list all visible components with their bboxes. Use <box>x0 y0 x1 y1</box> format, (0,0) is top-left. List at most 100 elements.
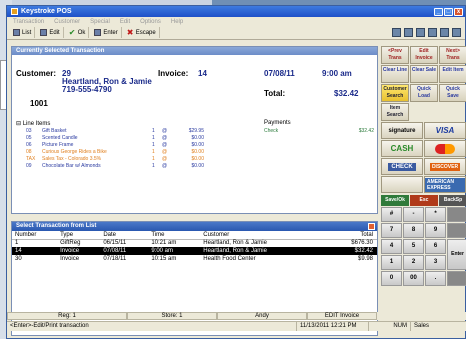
key-enter[interactable]: Enter <box>447 239 466 270</box>
payment-button-american-express[interactable]: AMERICAN EXPRESS <box>424 176 466 193</box>
col-date[interactable]: Date <box>100 231 149 240</box>
line-item-qty: 1 <box>152 156 155 162</box>
print-icon[interactable] <box>440 28 449 37</box>
key-0[interactable]: 0 <box>381 271 402 286</box>
key-dot[interactable]: . <box>425 271 446 286</box>
key-blank[interactable] <box>447 207 466 222</box>
help-icon[interactable] <box>452 28 461 37</box>
line-item-desc: Picture Frame <box>42 142 74 148</box>
key-minus[interactable]: - <box>403 207 424 222</box>
key-4[interactable]: 4 <box>381 239 402 254</box>
key-6[interactable]: 6 <box>425 239 446 254</box>
menu-transaction[interactable]: Transaction <box>13 19 44 25</box>
search-icon[interactable] <box>428 28 437 37</box>
status-datetime: 11/13/2011 12:21 PM <box>297 322 369 331</box>
table-cell: Heartland, Ron & Jamie <box>203 240 267 247</box>
transaction-time: 9:00 am <box>322 69 352 78</box>
pos-button-next-trans[interactable]: Next> Trans <box>439 46 466 64</box>
line-item-price: $0.00 <box>191 163 204 169</box>
key-7[interactable]: 7 <box>381 223 402 238</box>
menu-customer[interactable]: Customer <box>54 19 80 25</box>
card-icon[interactable] <box>416 28 425 37</box>
key-1[interactable]: 1 <box>381 255 402 270</box>
key-8[interactable]: 8 <box>403 223 424 238</box>
pos-button-edit-invoice[interactable]: Edit Invoice <box>410 46 438 64</box>
pos-button-clear-sale[interactable]: Clear Sale <box>410 65 438 83</box>
menu-edit[interactable]: Edit <box>120 19 130 25</box>
menu-options[interactable]: Options <box>140 19 161 25</box>
payment-button-visa[interactable]: VISA <box>424 122 466 139</box>
minimize-button[interactable]: _ <box>434 7 443 16</box>
total-label: Total: <box>264 89 286 98</box>
key-blank[interactable] <box>447 223 466 238</box>
key-star[interactable]: * <box>425 207 446 222</box>
key-2[interactable]: 2 <box>403 255 424 270</box>
menu-help[interactable]: Help <box>171 19 183 25</box>
payment-label: DISCOVER <box>429 162 461 171</box>
table-header: Number Type Date Time Customer Total <box>12 231 377 240</box>
status-num: NUM <box>369 322 411 331</box>
line-item[interactable]: 03 Gift Basket 1 @ $29.95 <box>26 128 246 135</box>
line-item[interactable]: 08 Curious George Rides a Bike 1 @ $0.00 <box>26 149 246 156</box>
maximize-button[interactable]: □ <box>444 7 453 16</box>
menu-special[interactable]: Special <box>90 19 110 25</box>
key-5[interactable]: 5 <box>403 239 424 254</box>
payment-button-check[interactable]: CHECK <box>381 158 423 175</box>
payment-button-cash[interactable]: CASH <box>381 140 423 157</box>
line-item[interactable]: 05 Scented Candle 1 @ $0.00 <box>26 135 246 142</box>
close-button[interactable]: x <box>454 7 463 16</box>
pos-button-quick-load[interactable]: Quick Load <box>410 84 438 102</box>
key-3[interactable]: 3 <box>425 255 446 270</box>
line-items-list: 03 Gift Basket 1 @ $29.95 05 Scented Candle 1 @ $… <box>26 128 246 170</box>
key-9[interactable]: 9 <box>425 223 446 238</box>
line-item-price: $0.00 <box>191 156 204 162</box>
ok-button[interactable]: ✔ Ok <box>66 27 90 38</box>
payment-button-mastercard[interactable] <box>424 140 466 157</box>
pos-button-prev-trans[interactable]: <Prev Trans <box>381 46 409 64</box>
tool-icon[interactable] <box>404 28 413 37</box>
edit-button[interactable]: Edit <box>37 27 64 38</box>
escape-button[interactable]: ✖ Escape <box>124 27 160 38</box>
pos-button-edit-item[interactable]: Edit Item <box>439 65 466 83</box>
table-row[interactable]: 30 Invoice 07/18/11 10:15 am Health Food Cen… <box>12 255 377 263</box>
payment-label: CHECK <box>388 162 416 171</box>
table-cell: $676.30 <box>351 240 373 247</box>
payment-button-blank[interactable] <box>381 176 423 193</box>
fn-button-esc[interactable]: Esc <box>410 195 438 206</box>
col-number[interactable]: Number <box>12 231 58 240</box>
customer-label: Customer: <box>16 69 57 78</box>
pos-button-item-search[interactable]: Item Search <box>381 103 409 121</box>
close-list-icon[interactable] <box>368 223 375 230</box>
pos-button-quick-save[interactable]: Quick Save <box>439 84 466 102</box>
list-title: Select Transaction from List <box>16 223 97 229</box>
payment-amount: $32.42 <box>358 128 374 134</box>
payment-button-discover[interactable]: DISCOVER <box>424 158 466 175</box>
line-item-code: 03 <box>26 128 32 134</box>
invoice-number: 14 <box>198 69 207 78</box>
table-cell: 06/15/11 <box>103 240 127 247</box>
line-item[interactable]: 06 Picture Frame 1 @ $0.00 <box>26 142 246 149</box>
payment-method: Check <box>264 128 279 134</box>
fn-button-backsp[interactable]: BackSp <box>439 195 466 206</box>
table-row[interactable]: 14 Invoice 07/08/11 9:00 am Heartland, Ron &… <box>12 247 377 255</box>
clerk-name: Andy <box>217 312 307 320</box>
calculator-icon[interactable] <box>392 28 401 37</box>
enter-button[interactable]: Enter <box>91 27 122 38</box>
key-blank[interactable] <box>447 271 466 286</box>
col-type[interactable]: Type <box>57 231 101 240</box>
line-item[interactable]: 09 Chocolate Bar w/ Almonds 1 @ $0.00 <box>26 163 246 170</box>
col-time[interactable]: Time <box>148 231 201 240</box>
pos-button-clear-line[interactable]: Clear Line <box>381 65 409 83</box>
payment-button-signature[interactable]: signature <box>381 122 423 139</box>
payment-row[interactable]: Check $32.42 <box>264 128 374 134</box>
key-00[interactable]: 00 <box>403 271 424 286</box>
pos-button-customer-search[interactable]: Customer Search <box>381 84 409 102</box>
key-hash[interactable]: # <box>381 207 402 222</box>
list-button[interactable]: List <box>10 27 36 38</box>
table-row[interactable]: 1 GiftReg 06/15/11 10:21 am Heartland, Ron &… <box>12 239 377 247</box>
col-customer[interactable]: Customer <box>200 231 324 240</box>
line-item[interactable]: TAX Sales Tax - Colorado 3.5% 1 @ $0.00 <box>26 156 246 163</box>
table-cell: $32.42 <box>323 247 377 255</box>
fn-button-save-ok[interactable]: Save/Ok <box>381 195 409 206</box>
col-total[interactable]: Total <box>323 231 377 240</box>
